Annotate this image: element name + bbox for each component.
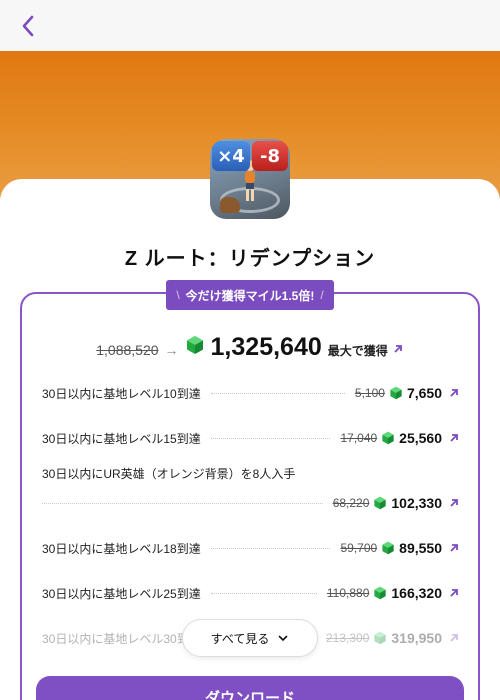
see-all-label: すべて見る [210, 631, 270, 646]
leader-dots [42, 502, 323, 504]
external-link-icon[interactable] [448, 432, 460, 444]
task-row[interactable]: 30日以内に基地レベル15到達 17,040 25,560 [42, 429, 460, 447]
external-link-icon[interactable] [448, 542, 460, 554]
total-old-value: 1,088,520 [96, 342, 159, 358]
task-value: 166,320 [391, 585, 442, 601]
game-app-icon: ×4 -8 [210, 139, 290, 219]
task-row[interactable]: 30日以内に基地レベル25到達 110,880 166,320 [42, 584, 460, 602]
gem-icon [374, 631, 386, 645]
task-old-value: 68,220 [332, 496, 370, 510]
top-bar [0, 0, 500, 51]
leader-dots [210, 592, 317, 594]
task-old-value: 59,700 [340, 541, 378, 555]
task-label: 30日以内にUR英雄（オレンジ背景）を8人入手 [42, 467, 296, 481]
dog-graphic [220, 197, 240, 213]
task-label: 30日以内に基地レベル18到達 [42, 541, 201, 556]
task-label: 30日以内に基地レベル10到達 [42, 386, 201, 401]
task-value: 102,330 [391, 495, 442, 511]
page-title: Z ルート：リデンプション [124, 248, 376, 270]
promo-text: 今だけ獲得マイル1.5倍! [185, 288, 315, 303]
back-button[interactable] [14, 12, 42, 40]
leader-dots [210, 392, 345, 394]
task-value: 89,550 [399, 540, 442, 556]
task-value: 7,650 [406, 385, 442, 401]
chevron-left-icon [22, 15, 34, 37]
task-label: 30日以内に基地レベル30到達 [42, 631, 201, 646]
task-label: 30日以内に基地レベル25到達 [42, 586, 201, 601]
gem-icon [374, 586, 386, 600]
minus-badge: -8 [252, 141, 288, 171]
task-row[interactable]: 68,220 102,330 [42, 494, 460, 512]
download-button[interactable]: ダウンロード [36, 676, 464, 700]
promo-banner: \ 今だけ獲得マイル1.5倍! / [166, 280, 334, 310]
external-link-icon[interactable] [448, 632, 460, 644]
gem-icon [374, 496, 386, 510]
task-old-value: 5,100 [354, 386, 385, 400]
total-suffix: 最大で獲得 [327, 344, 388, 358]
external-link-icon[interactable] [392, 343, 404, 355]
external-link-icon[interactable] [448, 497, 460, 509]
gem-icon [382, 541, 394, 555]
task-old-value: 213,300 [326, 631, 370, 645]
task-row[interactable]: 30日以内に基地レベル10到達 5,100 7,650 [42, 384, 460, 402]
external-link-icon[interactable] [448, 587, 460, 599]
see-all-button[interactable]: すべて見る [182, 619, 318, 657]
task-old-value: 17,040 [340, 431, 378, 445]
task-old-value: 110,880 [326, 586, 370, 600]
total-reward: 1,088,520 → 1,325,640 最大で獲得 [0, 333, 500, 362]
external-link-icon[interactable] [448, 387, 460, 399]
gem-icon [390, 386, 402, 400]
gem-icon [186, 336, 203, 354]
total-value: 1,325,640 [210, 333, 322, 361]
task-row[interactable]: 30日以内に基地レベル18到達 59,700 89,550 [42, 539, 460, 557]
task-value: 319,950 [391, 630, 442, 646]
task-value: 25,560 [399, 430, 442, 446]
gem-icon [382, 431, 394, 445]
task-label: 30日以内に基地レベル15到達 [42, 431, 201, 446]
multiplier-badge: ×4 [212, 141, 250, 171]
arrow-right-icon: → [164, 342, 179, 358]
promo-open: \ [176, 288, 180, 302]
chevron-down-icon [279, 635, 288, 642]
promo-close: / [320, 288, 324, 302]
leader-dots [210, 547, 331, 549]
leader-dots [210, 437, 331, 439]
